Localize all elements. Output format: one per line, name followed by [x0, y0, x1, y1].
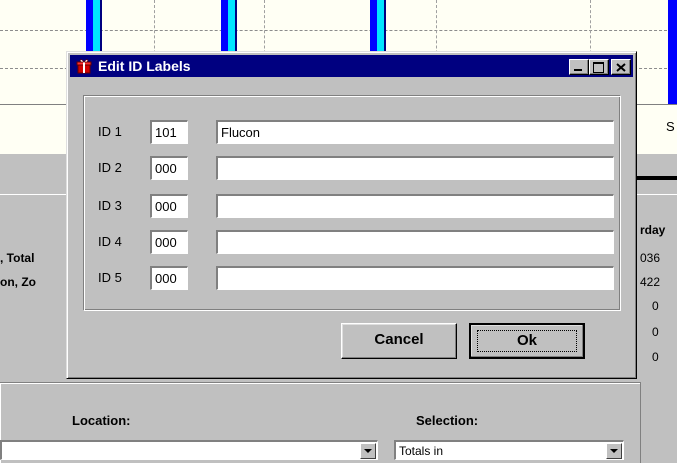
chart-bar: [668, 0, 677, 104]
id-label: ID 1: [98, 124, 122, 139]
title-bar[interactable]: Edit ID Labels: [70, 55, 633, 77]
cell-value: 422: [640, 275, 661, 289]
cancel-button[interactable]: Cancel: [341, 323, 457, 359]
maximize-icon: [593, 62, 604, 73]
gift-box-icon: [76, 59, 92, 74]
id-label: ID 3: [98, 198, 122, 213]
close-button[interactable]: [611, 59, 631, 75]
chevron-down-icon[interactable]: [606, 443, 622, 459]
location-combo[interactable]: [0, 440, 378, 460]
minimize-button[interactable]: [569, 59, 589, 75]
maximize-button[interactable]: [589, 59, 609, 75]
close-icon: [616, 63, 626, 72]
selection-combo[interactable]: Totals in: [394, 440, 624, 460]
id-number-field[interactable]: 101: [150, 120, 188, 144]
row-label: , Total: [0, 251, 35, 265]
minimize-icon: [574, 69, 582, 71]
id-row: ID 3 000: [84, 194, 620, 220]
filter-panel: Location: Selection: Totals in: [0, 378, 677, 463]
id-label: ID 4: [98, 234, 122, 249]
cell-value: 0: [652, 299, 659, 313]
edit-id-labels-dialog: Edit ID Labels ID 1 101 Flucon ID 2 000 …: [66, 51, 637, 379]
id-number-field[interactable]: 000: [150, 156, 188, 180]
column-header: rday: [640, 223, 666, 237]
id-number-field[interactable]: 000: [150, 194, 188, 218]
axis-label: S: [666, 119, 675, 134]
focus-rect: [477, 330, 577, 352]
id-labels-group: ID 1 101 Flucon ID 2 000 ID 3 000 ID 4 0…: [83, 95, 621, 311]
selection-value: Totals in: [399, 444, 444, 458]
cell-value: 0: [652, 325, 659, 339]
cell-value: 0: [652, 350, 659, 364]
dialog-title: Edit ID Labels: [98, 58, 191, 74]
row-label: on, Zo: [0, 275, 36, 289]
id-row: ID 1 101 Flucon: [84, 120, 620, 146]
id-text-field[interactable]: [216, 194, 614, 218]
divider: [632, 176, 677, 180]
ok-button[interactable]: Ok: [469, 323, 585, 359]
cell-value: 036: [640, 251, 661, 265]
id-label: ID 2: [98, 160, 122, 175]
id-number-field[interactable]: 000: [150, 266, 188, 290]
id-text-field[interactable]: [216, 156, 614, 180]
chevron-down-icon[interactable]: [360, 443, 376, 459]
id-row: ID 4 000: [84, 230, 620, 256]
location-label: Location:: [72, 413, 131, 428]
selection-label: Selection:: [416, 413, 479, 428]
id-row: ID 5 000: [84, 266, 620, 292]
id-text-field[interactable]: Flucon: [216, 120, 614, 144]
id-text-field[interactable]: [216, 266, 614, 290]
id-text-field[interactable]: [216, 230, 614, 254]
id-label: ID 5: [98, 270, 122, 285]
id-row: ID 2 000: [84, 156, 620, 182]
id-number-field[interactable]: 000: [150, 230, 188, 254]
